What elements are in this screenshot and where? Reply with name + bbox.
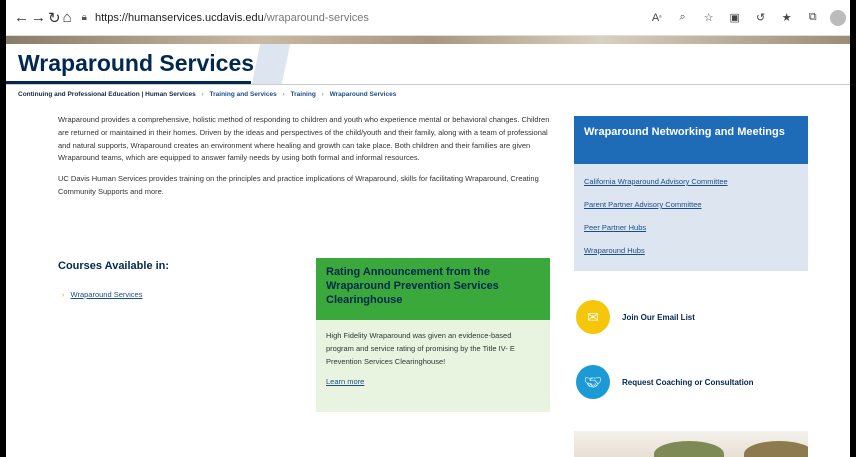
breadcrumb-separator: › xyxy=(201,91,204,98)
address-bar[interactable]: 🔒︎ https://humanservices.ucdavis.edu/wra… xyxy=(82,12,642,24)
main-content: Wraparound provides a comprehensive, hol… xyxy=(6,104,850,457)
network-link-california-advisory[interactable]: California Wraparound Advisory Committee xyxy=(584,177,798,186)
back-icon[interactable]: ← xyxy=(14,6,29,30)
forward-icon[interactable]: → xyxy=(31,6,46,30)
favorites-icon[interactable]: ★ xyxy=(776,7,798,29)
favorite-add-icon[interactable]: ☆ xyxy=(698,7,720,29)
intro-text: Wraparound provides a comprehensive, hol… xyxy=(58,114,558,207)
banner-photo xyxy=(6,36,850,44)
photo-tree-shape xyxy=(744,441,808,457)
breadcrumb-item-training[interactable]: Training xyxy=(291,91,316,98)
coaching-action[interactable]: 🤝︎ Request Coaching or Consultation xyxy=(576,365,754,399)
home-icon[interactable]: ⌂ xyxy=(63,6,72,30)
rating-body: High Fidelity Wraparound was given an ev… xyxy=(326,331,515,366)
rating-title: Rating Announcement from the Wraparound … xyxy=(316,258,550,320)
profile-icon[interactable] xyxy=(829,9,846,26)
page-title: Wraparound Services xyxy=(18,50,255,76)
learn-more-link[interactable]: Learn more xyxy=(326,376,364,389)
breadcrumb-separator: › xyxy=(321,91,324,98)
refresh-icon[interactable]: ↻ xyxy=(48,6,61,30)
envelope-icon: ✉ xyxy=(576,300,610,334)
breadcrumb-root[interactable]: Continuing and Professional Education | … xyxy=(18,91,196,98)
footer-photo xyxy=(574,431,808,457)
course-link-wraparound[interactable]: › Wraparound Services xyxy=(62,290,142,299)
browser-toolbar: ← → ↻ ⌂ 🔒︎ https://humanservices.ucdavis… xyxy=(6,0,850,36)
browser-window: ← → ↻ ⌂ 🔒︎ https://humanservices.ucdavis… xyxy=(0,0,856,457)
url-host: https://humanservices.ucdavis.edu xyxy=(94,11,264,24)
course-link-label: Wraparound Services xyxy=(70,290,143,299)
read-aloud-icon[interactable]: Aᵃ xyxy=(646,7,668,29)
network-link-parent-partner[interactable]: Parent Partner Advisory Committee xyxy=(584,200,798,209)
email-list-label: Join Our Email List xyxy=(622,312,695,322)
network-link-peer-partner-hubs[interactable]: Peer Partner Hubs xyxy=(584,223,798,232)
breadcrumb-separator: › xyxy=(282,91,285,98)
networking-card: Wraparound Networking and Meetings Calif… xyxy=(574,116,808,271)
more-icon[interactable]: ⋯ xyxy=(850,7,851,29)
refresh-circle-icon[interactable]: ↺ xyxy=(750,7,772,29)
page-banner: Wraparound Services xyxy=(6,36,850,84)
lock-icon: 🔒︎ xyxy=(81,12,87,23)
rating-announcement-card: Rating Announcement from the Wraparound … xyxy=(316,258,550,412)
title-underline xyxy=(6,81,251,84)
handshake-icon: 🤝︎ xyxy=(576,365,610,399)
url-path: /wraparound-services xyxy=(263,11,369,24)
zoom-icon[interactable]: ⌕ xyxy=(672,7,694,29)
network-link-wraparound-hubs[interactable]: Wraparound Hubs xyxy=(584,246,798,255)
intro-paragraph-1: Wraparound provides a comprehensive, hol… xyxy=(58,115,550,163)
breadcrumb-item-current[interactable]: Wraparound Services xyxy=(330,91,397,98)
collections-icon[interactable]: ⧉ xyxy=(802,7,824,29)
coaching-label: Request Coaching or Consultation xyxy=(622,377,754,387)
banner-accent xyxy=(251,44,291,84)
courses-heading: Courses Available in: xyxy=(58,260,170,272)
chevron-right-icon: › xyxy=(62,290,65,299)
intro-paragraph-2: UC Davis Human Services provides trainin… xyxy=(58,174,539,196)
photo-tree-shape xyxy=(654,441,724,457)
email-list-action[interactable]: ✉ Join Our Email List xyxy=(576,300,695,334)
networking-title: Wraparound Networking and Meetings xyxy=(574,116,808,164)
breadcrumb-item-training-services[interactable]: Training and Services xyxy=(210,91,277,98)
breadcrumb: Continuing and Professional Education | … xyxy=(6,84,850,104)
extension-icon[interactable]: ▣ xyxy=(724,7,746,29)
